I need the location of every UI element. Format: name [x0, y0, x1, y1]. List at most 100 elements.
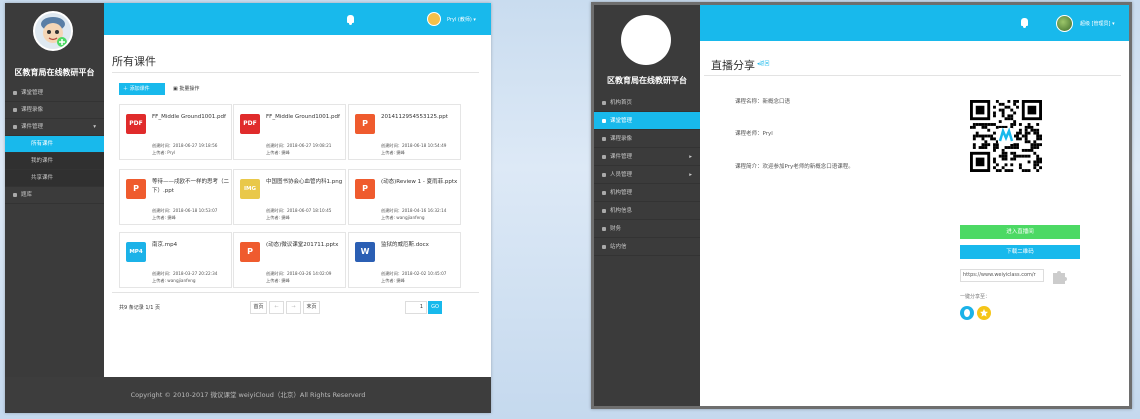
- sidebar-item-finance[interactable]: 财务: [594, 220, 700, 238]
- sidebar-item-all-courseware[interactable]: 所有课件: [5, 136, 104, 153]
- share-label: 一键分享至：: [960, 294, 991, 300]
- file-card[interactable]: P 等待——戌欧不一样的思考（二下）.ppt 创建时间：2018-06-18 10:…: [119, 169, 232, 225]
- course-list-screenshot: 区教育局在线教研平台 课堂管理 课程录像 课件管理 ▾ 所有课件 我的课件 共享课…: [5, 3, 491, 413]
- org-icon: [602, 190, 606, 195]
- sidebar-item-courseware[interactable]: 课件管理 ▸: [594, 148, 700, 166]
- sidebar-item-recording[interactable]: 课程录像: [5, 102, 104, 119]
- batch-operation-button[interactable]: ▣ 批量操作: [173, 83, 199, 95]
- share-url-input[interactable]: https://www.weiyiclass.com/r: [960, 269, 1044, 282]
- sidebar-item-question-bank[interactable]: 题库: [5, 187, 104, 204]
- file-card[interactable]: P 2014112954553125.ppt 创建时间：2018-06-18 10:…: [348, 104, 461, 160]
- footer: Copyright © 2010-2017 微议课堂 weiyiCloud（北京…: [5, 377, 491, 413]
- question-bank-icon: [13, 192, 17, 197]
- user-avatar[interactable]: [1056, 15, 1073, 32]
- qq-penguin-icon: [964, 309, 970, 317]
- download-qr-button[interactable]: 下载二维码: [960, 245, 1080, 259]
- file-type-icon: PDF: [240, 114, 260, 134]
- file-type-icon: PDF: [126, 114, 146, 134]
- file-created-time: 创建时间：2018-03-27 20:22:34: [152, 271, 218, 276]
- sidebar: 区教育局在线教研平台 课堂管理 课程录像 课件管理 ▾ 所有课件 我的课件 共享课…: [5, 3, 104, 377]
- file-card[interactable]: PDF FF_Middle Ground1001.pdf 创建时间：2018-06-…: [233, 104, 346, 160]
- sidebar-item-my-courseware[interactable]: 我的课件: [5, 153, 104, 170]
- classroom-icon: [602, 118, 606, 123]
- file-created-time: 创建时间：2018-06-07 18:10:45: [266, 208, 332, 213]
- last-page-button[interactable]: 末页: [303, 301, 320, 314]
- classroom-icon: [13, 90, 17, 95]
- sidebar-item-classroom[interactable]: 课堂管理: [5, 85, 104, 102]
- next-page-button[interactable]: →: [286, 301, 301, 314]
- sidebar-item-courseware[interactable]: 课件管理 ▾: [5, 119, 104, 136]
- avatar[interactable]: [33, 11, 73, 51]
- folder-icon: [602, 154, 606, 159]
- video-icon: [13, 107, 17, 112]
- sidebar: 区教育局在线教研平台 机构首页 课堂管理 课程录像 课件管理 ▸ 人员管理 ▸ 机构…: [594, 5, 700, 406]
- sidebar-item-shared-courseware[interactable]: 共享课件: [5, 170, 104, 187]
- file-type-icon: IMG: [240, 179, 260, 199]
- file-type-icon: MP4: [126, 242, 146, 262]
- course-name: 课程名称：新概念口语: [735, 99, 791, 105]
- sidebar-item-org-info[interactable]: 机构信息: [594, 202, 700, 220]
- sidebar-item-home[interactable]: 机构首页: [594, 94, 700, 112]
- file-card[interactable]: W 监狱的威厄斯.docx 创建时间：2018-02-02 10:45:07 上传者:…: [348, 232, 461, 288]
- message-icon: [602, 244, 606, 249]
- file-uploader: 上传者: 捷峰: [152, 215, 176, 220]
- bell-icon[interactable]: [347, 15, 354, 25]
- batch-icon: ▣: [173, 86, 178, 92]
- sidebar-item-recording[interactable]: 课程录像: [594, 130, 700, 148]
- file-name: 监狱的威厄斯.docx: [381, 242, 429, 248]
- user-menu[interactable]: Pryl (教师) ▾: [447, 16, 476, 23]
- file-uploader: 上传者: wangjianfeng: [152, 278, 196, 283]
- folder-icon: [13, 124, 17, 129]
- file-name: FF_Middle Ground1001.pdf: [266, 114, 340, 120]
- file-uploader: 上传者: 捷峰: [266, 215, 290, 220]
- course-intro: 课程简介：欢迎参加Pry老师的新概念口语课程。: [735, 164, 854, 170]
- pager-summary: 共9 条记录 1/1 页: [119, 305, 160, 311]
- avatar[interactable]: [621, 15, 671, 65]
- file-type-icon: P: [240, 242, 260, 262]
- user-avatar[interactable]: [427, 12, 441, 26]
- file-card[interactable]: PDF FF_Middle Ground1001.pdf 创建时间：2018-06-…: [119, 104, 232, 160]
- file-name: 2014112954553125.ppt: [381, 114, 448, 120]
- chevron-right-icon: ▸: [689, 154, 692, 160]
- sidebar-item-classroom[interactable]: 课堂管理: [594, 112, 700, 130]
- cartoon-doctor-avatar-icon: [35, 13, 71, 49]
- file-card[interactable]: MP4 南京.mp4 创建时间：2018-03-27 20:22:34 上传者: wa…: [119, 232, 232, 288]
- sidebar-item-people[interactable]: 人员管理 ▸: [594, 166, 700, 184]
- home-icon: [602, 100, 606, 105]
- file-created-time: 创建时间：2018-06-18 10:54:49: [381, 143, 447, 148]
- user-menu[interactable]: 超级 [管理员] ▾: [1080, 20, 1115, 27]
- page-title: 直播分享: [711, 59, 755, 72]
- file-name: (动态)微议课堂201711.pptx: [266, 242, 339, 248]
- title-divider: [112, 72, 479, 73]
- go-button[interactable]: GO: [428, 301, 442, 314]
- file-uploader: 上传者: 捷峰: [266, 278, 290, 283]
- qzone-share-icon[interactable]: [977, 306, 991, 320]
- plus-icon: ＋: [123, 86, 129, 92]
- file-card[interactable]: P (动态)Review 1 - 夏雨菲.pptx 创建时间：2018-04-16 …: [348, 169, 461, 225]
- file-type-icon: P: [355, 179, 375, 199]
- file-uploader: 上传者: 捷峰: [381, 150, 405, 155]
- sidebar-item-org-manage[interactable]: 机构管理: [594, 184, 700, 202]
- sidebar-menu: 课堂管理 课程录像 课件管理 ▾ 所有课件 我的课件 共享课件 题库: [5, 85, 104, 204]
- qr-code: [970, 100, 1042, 172]
- file-type-icon: P: [126, 179, 146, 199]
- file-uploader: 上传者: 捷峰: [381, 278, 405, 283]
- file-created-time: 创建时间：2018-02-02 10:45:07: [381, 271, 447, 276]
- chevron-right-icon: ▸: [689, 172, 692, 178]
- file-card[interactable]: IMG 中国图书协会心血管内科1.png 创建时间：2018-06-07 18:10…: [233, 169, 346, 225]
- qq-share-icon[interactable]: [960, 306, 974, 320]
- file-created-time: 创建时间：2018-06-18 10:53:07: [152, 208, 218, 213]
- bell-icon[interactable]: [1021, 18, 1028, 28]
- enter-live-room-button[interactable]: 进入直播间: [960, 225, 1080, 239]
- people-icon: [602, 172, 606, 177]
- file-card[interactable]: P (动态)微议课堂201711.pptx 创建时间：2018-03-26 14:0…: [233, 232, 346, 288]
- sidebar-item-messages[interactable]: 站内信: [594, 238, 700, 256]
- file-name: 等待——戌欧不一样的思考（二下）.ppt: [152, 179, 230, 194]
- prev-page-button[interactable]: ←: [269, 301, 284, 314]
- top-bar: Pryl (教师) ▾: [104, 3, 491, 35]
- add-courseware-button[interactable]: ＋ 添加课件: [119, 83, 165, 95]
- page-number-input[interactable]: 1: [405, 301, 427, 314]
- first-page-button[interactable]: 首页: [250, 301, 267, 314]
- file-created-time: 创建时间：2018-06-27 19:08:21: [266, 143, 332, 148]
- back-link[interactable]: ◂返回: [757, 60, 770, 67]
